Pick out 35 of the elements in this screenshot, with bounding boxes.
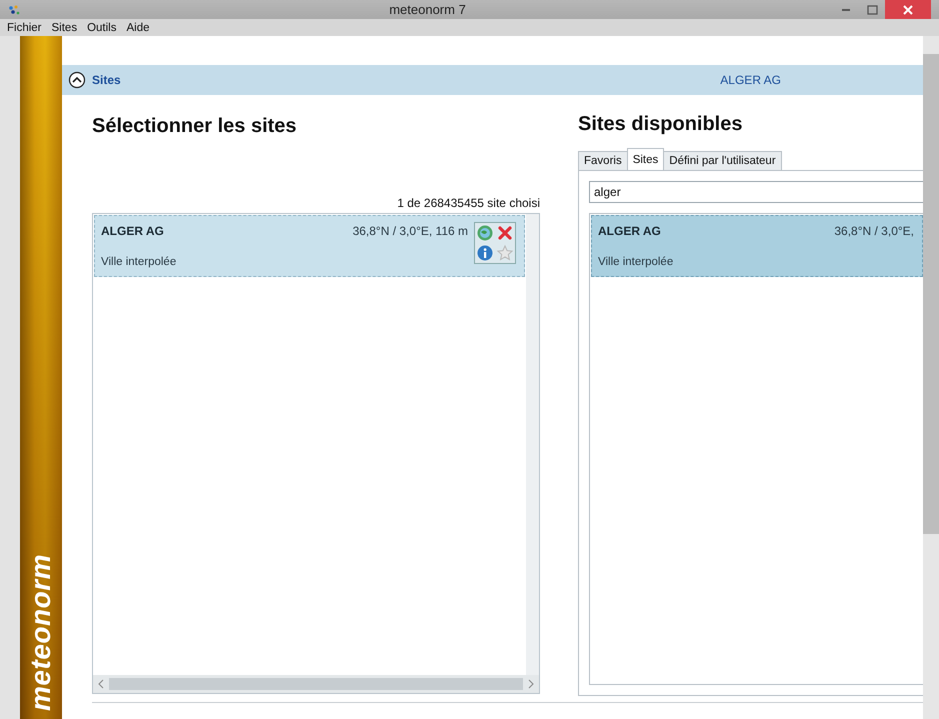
- site-name: ALGER AG: [101, 224, 164, 238]
- globe-icon[interactable]: [476, 224, 494, 242]
- heading: Sélectionner les sites: [92, 115, 298, 138]
- menu-item[interactable]: Sites: [46, 22, 82, 34]
- section-title: Sites: [92, 73, 122, 87]
- site-item[interactable]: ALGER AG 36,8°N / 3,0°E, 116 m Ville interpolée: [94, 215, 525, 277]
- menu-item[interactable]: Aide: [122, 22, 155, 34]
- current-site: ALGER AG: [720, 73, 781, 87]
- scrollbar[interactable]: [526, 214, 539, 675]
- maximize-icon: [866, 4, 878, 14]
- close-icon: [903, 4, 913, 14]
- menu-item[interactable]: Fichier: [2, 22, 47, 34]
- tab[interactable]: Favoris: [578, 151, 628, 170]
- menu-item[interactable]: Outils: [82, 22, 122, 34]
- site-coordinates: 36,8°N / 3,0°E, 116 m: [352, 224, 468, 238]
- tab[interactable]: Défini par l'utilisateur: [663, 151, 782, 170]
- logo-text: meteonorm: [25, 554, 57, 711]
- scrollbar[interactable]: [923, 36, 939, 719]
- minimize-icon: [842, 8, 850, 10]
- window-title: meteonorm 7: [388, 2, 467, 17]
- site-type: Ville interpolée: [101, 256, 178, 268]
- selection-count: 1 de 268435455 site choisi: [396, 196, 540, 210]
- close-button[interactable]: [885, 0, 931, 19]
- star-icon[interactable]: [496, 244, 514, 262]
- site-item[interactable]: ALGER AG 36,8°N / 3,0°E, Ville interpolée: [591, 215, 923, 277]
- horizontal-scrollbar[interactable]: [93, 675, 539, 693]
- site-coordinates: 36,8°N / 3,0°E,: [834, 224, 914, 238]
- search-field[interactable]: alger: [589, 181, 923, 203]
- site-type: Ville interpolée: [598, 256, 674, 268]
- chevron-icon: [68, 71, 86, 89]
- app-icon: [6, 2, 22, 16]
- heading: Sites disponibles: [578, 113, 744, 136]
- site-name: ALGER AG: [598, 224, 661, 238]
- close-icon[interactable]: [496, 224, 514, 242]
- info-icon[interactable]: [476, 244, 494, 262]
